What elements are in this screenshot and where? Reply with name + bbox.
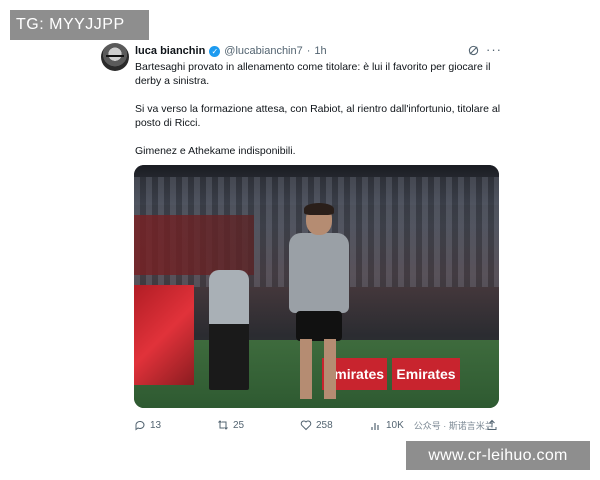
tweet-photo[interactable]: Emirates Emirates bbox=[134, 165, 499, 408]
red-fans bbox=[134, 215, 254, 275]
views-icon bbox=[371, 422, 379, 430]
reply-button[interactable]: 13 bbox=[134, 419, 161, 431]
overlay-watermark: 公众号 · 斯诺言米兰 bbox=[413, 421, 494, 431]
player-shirt bbox=[289, 233, 349, 313]
author-handle[interactable]: @lucabianchin7 bbox=[224, 44, 302, 58]
watermark-top: TG: MYYJJPP bbox=[10, 10, 149, 40]
views-button[interactable]: 10K 公众号 · 斯诺言米兰 bbox=[370, 419, 494, 432]
ad-board: Emirates bbox=[392, 358, 460, 390]
avatar[interactable] bbox=[101, 43, 129, 71]
tweet-header: luca bianchin ✓ @lucabianchin7 · 1h bbox=[135, 44, 327, 58]
tweet-paragraph: Si va verso la formazione attesa, con Ra… bbox=[135, 103, 501, 129]
retweet-count: 25 bbox=[233, 419, 245, 431]
tweet-text: Bartesaghi provato in allenamento come t… bbox=[135, 60, 503, 172]
views-count: 10K bbox=[386, 420, 404, 431]
grok-icon[interactable] bbox=[468, 45, 479, 56]
player-hair bbox=[304, 203, 334, 215]
share-icon bbox=[487, 419, 497, 430]
tweet-paragraph: Gimenez e Athekame indisponibili. bbox=[135, 145, 296, 157]
like-button[interactable]: 258 bbox=[300, 419, 333, 431]
author-name[interactable]: luca bianchin bbox=[135, 44, 205, 58]
red-flag bbox=[134, 285, 194, 385]
header-separator: · bbox=[306, 45, 311, 57]
watermark-bottom: www.cr-leihuo.com bbox=[406, 441, 590, 470]
like-count: 258 bbox=[316, 419, 333, 431]
player-leg bbox=[300, 339, 312, 399]
verified-badge-icon: ✓ bbox=[209, 45, 221, 57]
share-button[interactable] bbox=[486, 419, 498, 431]
retweet-icon bbox=[218, 420, 228, 430]
main-player bbox=[284, 203, 354, 408]
tweet-paragraph: Bartesaghi provato in allenamento come t… bbox=[135, 61, 491, 87]
like-icon bbox=[300, 420, 312, 431]
avatar-glasses bbox=[106, 55, 124, 61]
player-shorts bbox=[296, 311, 342, 341]
more-icon[interactable]: ··· bbox=[486, 42, 502, 57]
player-leg bbox=[324, 339, 336, 399]
reply-icon bbox=[135, 420, 145, 431]
tweet-time[interactable]: 1h bbox=[314, 44, 326, 58]
background-player bbox=[209, 270, 249, 390]
retweet-button[interactable]: 25 bbox=[217, 419, 244, 431]
reply-count: 13 bbox=[150, 419, 162, 431]
